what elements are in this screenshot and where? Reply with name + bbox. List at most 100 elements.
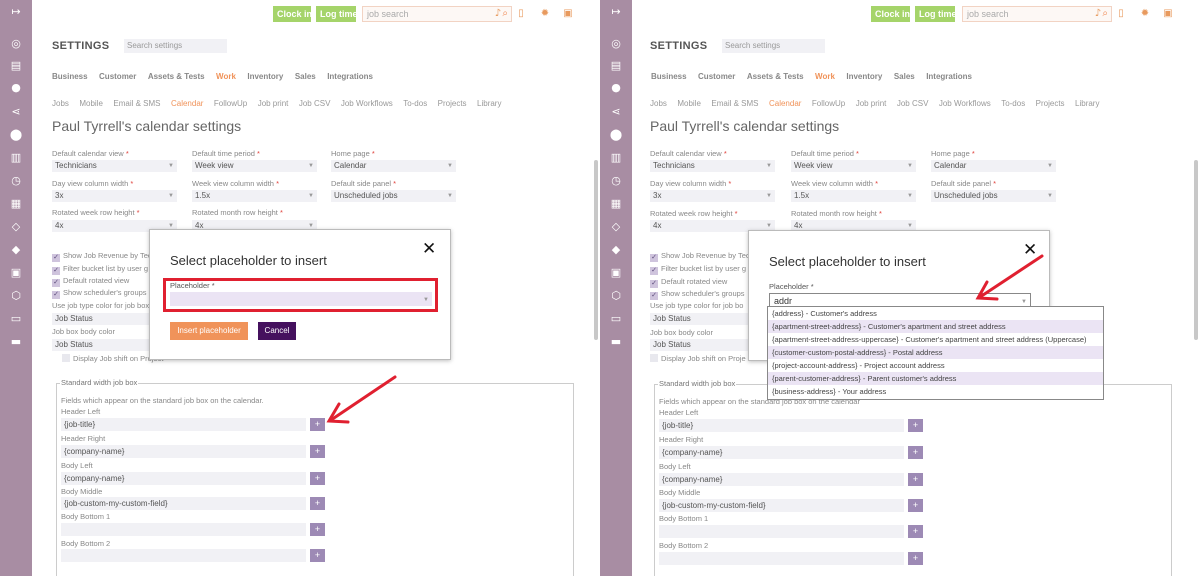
body-bottom1-plus-button[interactable]: + [310,523,325,536]
document-icon[interactable]: ▤ [9,60,23,72]
subtab-job-csv[interactable]: Job CSV [897,99,929,108]
clock-in-button[interactable]: Clock in [871,6,910,22]
dropdown-option[interactable]: {project-account-address} - Project acco… [768,359,1103,372]
tab-customer[interactable]: Customer [99,72,136,81]
body-bottom2-input[interactable] [659,552,904,565]
shield-icon[interactable]: ⬡ [609,290,623,302]
gear-icon[interactable]: ✹ [1139,8,1151,20]
briefcase-icon[interactable]: ◎ [609,38,623,50]
tab-integrations[interactable]: Integrations [926,72,972,81]
reader-icon[interactable]: ▬ [609,336,623,348]
cancel-button[interactable]: Cancel [258,322,296,340]
log-time-button[interactable]: Log time [316,6,356,22]
header-right-plus-button[interactable]: + [310,445,325,458]
week-width-select[interactable]: 1.5x ▼ [791,190,916,202]
body-middle-input[interactable]: {job-custom-my-custom-field} [659,499,904,512]
phone-icon[interactable]: ▯ [515,8,527,20]
header-left-input[interactable]: {job-title} [659,419,904,432]
tag-icon[interactable]: ◆ [609,244,623,256]
body-bottom2-plus-button[interactable]: + [908,552,923,565]
phone-icon[interactable]: ▯ [1115,8,1127,20]
subtab-job-workflows[interactable]: Job Workflows [939,99,991,108]
header-right-plus-button[interactable]: + [908,446,923,459]
subtab-projects[interactable]: Projects [1036,99,1065,108]
inbox-icon[interactable]: ▣ [562,8,574,20]
bell-icon[interactable]: ♪ [1092,8,1104,20]
share-icon[interactable]: ⋖ [9,106,23,118]
filter-checkbox[interactable]: ✓ Filter bucket list by user g [52,264,148,275]
body-bottom1-input[interactable] [659,525,904,538]
box-icon[interactable]: ◇ [609,221,623,233]
tab-inventory[interactable]: Inventory [247,72,283,81]
bell-icon[interactable]: ♪ [492,8,504,20]
person-icon[interactable]: ● [9,82,23,94]
subtab-library[interactable]: Library [477,99,501,108]
home-page-select[interactable]: Calendar ▼ [331,160,456,172]
header-right-input[interactable]: {company-name} [659,446,904,459]
scan-icon[interactable]: ▣ [9,267,23,279]
subtab-jobs[interactable]: Jobs [52,99,69,108]
scan-icon[interactable]: ▣ [609,267,623,279]
subtab-email-sms[interactable]: Email & SMS [711,99,758,108]
scheduler-checkbox[interactable]: ✓ Show scheduler's groups [650,289,745,300]
body-bottom2-plus-button[interactable]: + [310,549,325,562]
gear-icon[interactable]: ✹ [539,8,551,20]
tab-business[interactable]: Business [651,72,687,81]
subtab-todos[interactable]: To-dos [403,99,427,108]
clock-icon[interactable]: ◷ [9,175,23,187]
settings-search-input[interactable]: Search settings [124,39,227,53]
job-search-input[interactable]: job search ⌕ [362,6,512,22]
body-bottom1-plus-button[interactable]: + [908,525,923,538]
job-shift-checkbox[interactable]: Display Job shift on Proje [650,354,746,363]
dropdown-option[interactable]: {customer-custom-postal-address} - Posta… [768,346,1103,359]
collapse-icon[interactable]: ↦ [9,6,23,18]
clock-in-button[interactable]: Clock in [273,6,311,22]
subtab-mobile[interactable]: Mobile [79,99,103,108]
day-width-select[interactable]: 3x ▼ [650,190,775,202]
insert-placeholder-button[interactable]: Insert placeholder [170,322,248,340]
calculator-icon[interactable]: ▦ [609,198,623,210]
subtab-todos[interactable]: To-dos [1001,99,1025,108]
body-left-plus-button[interactable]: + [908,473,923,486]
document-icon[interactable]: ▤ [609,60,623,72]
header-left-input[interactable]: {job-title} [61,418,306,431]
default-view-select[interactable]: Technicians ▼ [650,160,775,172]
map-pin-icon[interactable]: ⬤ [9,129,23,141]
dropdown-option[interactable]: {parent-customer-address} - Parent custo… [768,372,1103,385]
dropdown-option[interactable]: {business-address} - Your address [768,385,1103,398]
rotated-checkbox[interactable]: ✓ Default rotated view [52,276,129,287]
body-left-input[interactable]: {company-name} [61,472,306,485]
calculator-icon[interactable]: ▦ [9,198,23,210]
body-middle-input[interactable]: {job-custom-my-custom-field} [61,497,306,510]
subtab-job-workflows[interactable]: Job Workflows [341,99,393,108]
tab-inventory[interactable]: Inventory [846,72,882,81]
subtab-projects[interactable]: Projects [438,99,467,108]
time-period-select[interactable]: Week view ▼ [192,160,317,172]
chart-icon[interactable]: ▥ [9,152,23,164]
book-icon[interactable]: ▭ [609,313,623,325]
body-left-input[interactable]: {company-name} [659,473,904,486]
close-icon[interactable]: ✕ [422,240,436,258]
collapse-icon[interactable]: ↦ [609,6,623,18]
day-width-select[interactable]: 3x ▼ [52,190,177,202]
tab-assets-tests[interactable]: Assets & Tests [747,72,804,81]
header-right-input[interactable]: {company-name} [61,445,306,458]
body-middle-plus-button[interactable]: + [310,497,325,510]
rotated-checkbox[interactable]: ✓ Default rotated view [650,277,727,288]
tab-assets-tests[interactable]: Assets & Tests [148,72,205,81]
box-icon[interactable]: ◇ [9,221,23,233]
book-icon[interactable]: ▭ [9,313,23,325]
subtab-calendar[interactable]: Calendar [769,99,801,108]
tab-sales[interactable]: Sales [894,72,915,81]
subtab-calendar[interactable]: Calendar [171,99,203,108]
chart-icon[interactable]: ▥ [609,152,623,164]
job-shift-checkbox[interactable]: Display Job shift on Project [52,354,163,363]
subtab-library[interactable]: Library [1075,99,1099,108]
subtab-job-csv[interactable]: Job CSV [299,99,331,108]
tag-icon[interactable]: ◆ [9,244,23,256]
subtab-mobile[interactable]: Mobile [677,99,701,108]
subtab-followup[interactable]: FollowUp [214,99,247,108]
tab-sales[interactable]: Sales [295,72,316,81]
log-time-button[interactable]: Log time [915,6,955,22]
page-scrollbar[interactable] [1194,160,1198,340]
